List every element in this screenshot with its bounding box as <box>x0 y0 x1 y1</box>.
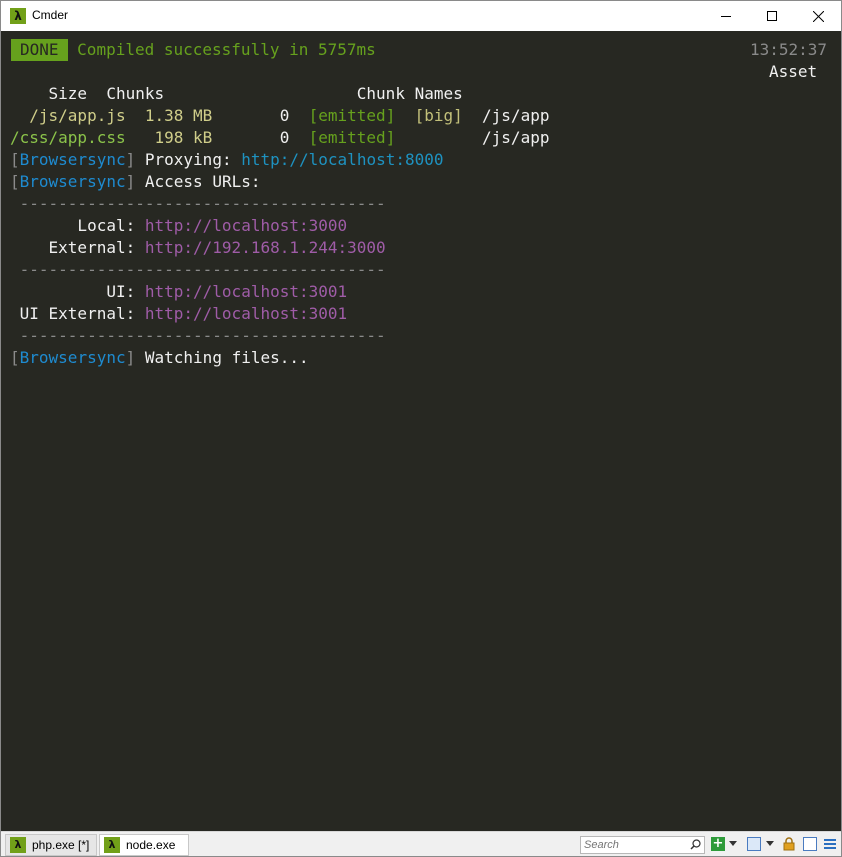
tab-php-exe[interactable]: λ php.exe [*] <box>5 834 97 856</box>
close-button[interactable] <box>795 1 841 31</box>
asset-chunk: 0 <box>212 106 290 125</box>
local-url[interactable]: http://localhost:3000 <box>145 216 347 235</box>
local-url-line: Local: http://localhost:3000 <box>10 215 347 237</box>
search-input[interactable] <box>584 839 684 851</box>
asset-emitted: [emitted] <box>289 106 396 125</box>
asset-chunk-name: /js/app <box>462 106 550 125</box>
access-urls-line: [Browsersync] Access URLs: <box>10 172 261 191</box>
divider: -------------------------------------- <box>10 260 386 279</box>
tab-label: php.exe [*] <box>32 838 90 852</box>
maximize-icon <box>767 11 777 21</box>
table-header: Size Chunks Chunk Names <box>10 84 463 103</box>
local-label: Local: <box>10 216 145 235</box>
external-url-line: External: http://192.168.1.244:3000 <box>10 237 386 259</box>
menu-icon[interactable] <box>823 837 837 851</box>
browsersync-tag: Browsersync <box>19 150 126 169</box>
asset-chunk-name: /js/app <box>462 128 550 147</box>
asset-name: /js/app.js <box>10 106 126 125</box>
asset-name: /css/app.css <box>10 128 126 147</box>
done-badge: DONE <box>11 39 68 61</box>
ui-external-label: UI External: <box>10 304 145 323</box>
close-icon <box>812 10 824 22</box>
watching-line: [Browsersync] Watching files... <box>10 348 309 367</box>
title-bar[interactable]: λ Cmder <box>1 1 841 31</box>
table-row: /js/app.js 1.38 MB 0 [emitted] [big] /js… <box>10 105 549 127</box>
maximize-button[interactable] <box>749 1 795 31</box>
ui-label: UI: <box>10 282 145 301</box>
proxying-url[interactable]: http://localhost:8000 <box>241 150 443 169</box>
lambda-icon: λ <box>10 8 26 24</box>
cmder-window: λ Cmder DONE Compiled successfully in 57… <box>0 0 842 857</box>
minimize-icon <box>721 15 731 17</box>
asset-emitted: [emitted] <box>289 128 396 147</box>
lambda-icon: λ <box>104 837 120 853</box>
divider: -------------------------------------- <box>10 194 386 213</box>
split-view-icon[interactable] <box>747 837 761 851</box>
asset-size: 198 kB <box>125 128 213 147</box>
lambda-icon: λ <box>10 837 26 853</box>
external-label: External: <box>10 238 145 257</box>
watching-label: Watching files... <box>135 348 309 367</box>
lock-icon[interactable] <box>782 837 796 851</box>
new-console-icon[interactable]: + <box>711 837 725 851</box>
timestamp: 13:52:37 <box>750 40 828 59</box>
asset-column-header: Asset <box>769 62 818 81</box>
compiled-message: Compiled successfully in 5757ms <box>77 40 376 59</box>
search-icon[interactable] <box>690 839 701 850</box>
terminal-console[interactable]: DONE Compiled successfully in 5757ms 13:… <box>1 31 841 831</box>
search-field[interactable] <box>580 836 705 854</box>
proxying-line: [Browsersync] Proxying: http://localhost… <box>10 150 444 169</box>
external-url[interactable]: http://192.168.1.244:3000 <box>145 238 386 257</box>
asset-flag: [big] <box>395 106 463 125</box>
compile-status-line: DONE Compiled successfully in 5757ms <box>11 39 376 61</box>
browsersync-tag: Browsersync <box>19 172 126 191</box>
tab-node-exe[interactable]: λ node.exe <box>99 834 189 856</box>
browsersync-tag: Browsersync <box>19 348 126 367</box>
divider: -------------------------------------- <box>10 326 386 345</box>
panel-toggle-icon[interactable] <box>803 837 817 851</box>
tab-label: node.exe <box>126 838 176 852</box>
window-title: Cmder <box>32 8 69 22</box>
asset-size: 1.38 MB <box>125 106 213 125</box>
proxying-label: Proxying: <box>135 150 242 169</box>
table-row: /css/app.css 198 kB 0 [emitted] /js/app <box>10 127 549 149</box>
minimize-button[interactable] <box>703 1 749 31</box>
asset-chunk: 0 <box>212 128 290 147</box>
ui-url[interactable]: http://localhost:3001 <box>145 282 347 301</box>
chevron-down-icon[interactable] <box>729 841 737 847</box>
status-bar: λ php.exe [*] λ node.exe + <box>1 831 841 856</box>
ui-url-line: UI: http://localhost:3001 <box>10 281 347 303</box>
chevron-down-icon[interactable] <box>766 841 774 847</box>
asset-flag <box>395 128 462 147</box>
ui-external-url-line: UI External: http://localhost:3001 <box>10 303 348 325</box>
ui-external-url[interactable]: http://localhost:3001 <box>145 304 347 323</box>
access-label: Access URLs: <box>135 172 261 191</box>
